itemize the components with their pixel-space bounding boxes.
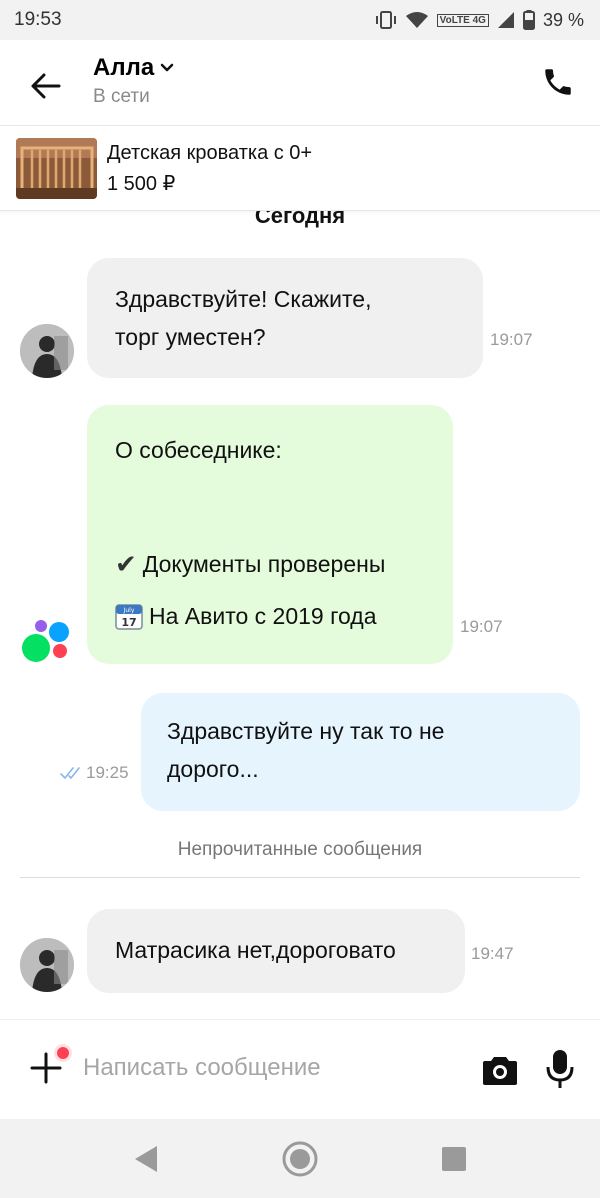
- message-bubble[interactable]: Здравствуйте ну так то не дорого...: [141, 693, 580, 811]
- since-row: July 17 На Авито с 2019 года: [115, 597, 425, 635]
- date-separator: Сегодня: [254, 211, 346, 228]
- message-time: 19:07: [490, 330, 533, 349]
- verified-text: Документы проверены: [142, 551, 386, 577]
- square-recents-icon: [442, 1146, 466, 1171]
- checkmark-icon: ✔: [115, 549, 137, 579]
- arrow-left-icon: [31, 73, 61, 99]
- avatar[interactable]: [20, 324, 74, 378]
- listing-thumbnail: [16, 138, 97, 199]
- camera-button[interactable]: [480, 1050, 520, 1090]
- network-type-icon: VoLTE 4G: [436, 13, 489, 27]
- chat-header: Алла В сети: [0, 40, 600, 126]
- message-input[interactable]: [83, 1048, 463, 1088]
- avatar[interactable]: [20, 938, 74, 992]
- battery-percent: 39 %: [542, 9, 584, 30]
- message-text-line: Здравствуйте! Скажите,: [115, 286, 372, 312]
- listing-text: Детская кроватка с 0+ 1 500 ₽: [107, 142, 312, 196]
- message-time-row: 19:25: [60, 763, 129, 783]
- message-bubble[interactable]: Здравствуйте! Скажите, торг уместен?: [87, 258, 483, 378]
- notification-dot: [54, 1044, 72, 1062]
- calendar-month: July: [123, 607, 135, 614]
- microphone-button[interactable]: [540, 1048, 580, 1090]
- unread-divider: [20, 877, 580, 878]
- message-time: 19:25: [86, 763, 129, 782]
- microphone-icon: [546, 1050, 574, 1088]
- message-time: 19:47: [471, 944, 514, 963]
- message-text-line: дорого...: [167, 756, 259, 782]
- message-text-line: Матрасика нет,дороговато: [115, 937, 396, 963]
- since-text: На Авито с 2019 года: [149, 603, 377, 629]
- calendar-day: 17: [121, 616, 136, 629]
- listing-price: 1 500 ₽: [107, 172, 176, 195]
- contact-info[interactable]: Алла В сети: [93, 54, 174, 108]
- message-bubble[interactable]: Матрасика нет,дороговато: [87, 909, 465, 993]
- network-label: VoLTE 4G: [436, 13, 489, 27]
- listing-card[interactable]: Детская кроватка с 0+ 1 500 ₽: [0, 127, 600, 211]
- message-text-line: Здравствуйте ну так то не: [167, 718, 445, 744]
- nav-back-button[interactable]: [124, 1137, 168, 1181]
- wifi-icon: [405, 11, 429, 29]
- circle-home-icon: [282, 1141, 318, 1176]
- camera-icon: [483, 1057, 517, 1085]
- call-button[interactable]: [538, 62, 578, 102]
- listing-title: Детская кроватка с 0+: [107, 141, 313, 164]
- contact-name: Алла: [93, 54, 155, 81]
- system-navigation-bar: [0, 1119, 600, 1198]
- phone-icon: [545, 69, 571, 95]
- nav-recents-button[interactable]: [432, 1137, 476, 1181]
- calendar-icon: July 17: [115, 604, 143, 630]
- chevron-down-icon: [160, 63, 174, 72]
- message-composer: [0, 1019, 600, 1119]
- avito-logo: [20, 614, 74, 668]
- double-check-icon: [60, 767, 80, 779]
- battery-icon: [522, 10, 535, 30]
- message-time: 19:07: [460, 617, 503, 636]
- back-button[interactable]: [26, 66, 66, 106]
- status-bar: 19:53 VoLTE 4G 39 %: [0, 0, 600, 40]
- status-time: 19:53: [14, 9, 62, 30]
- signal-icon: [497, 11, 515, 29]
- vibrate-icon: [375, 11, 397, 29]
- status-icons: VoLTE 4G 39 %: [375, 10, 584, 31]
- nav-home-button[interactable]: [278, 1137, 322, 1181]
- system-message-bubble: О собеседнике: ✔ Документы проверены Jul…: [87, 405, 453, 664]
- verified-row: ✔ Документы проверены: [115, 545, 425, 583]
- triangle-back-icon: [135, 1145, 157, 1172]
- contact-status: В сети: [93, 86, 150, 107]
- contact-name-row: Алла: [93, 54, 174, 82]
- message-text-line: торг уместен?: [115, 324, 266, 350]
- system-heading: О собеседнике:: [115, 437, 282, 463]
- unread-separator: Непрочитанные сообщения: [177, 839, 423, 860]
- chat-area[interactable]: Сегодня Здравствуйте! Скажите, торг умес…: [0, 211, 600, 1019]
